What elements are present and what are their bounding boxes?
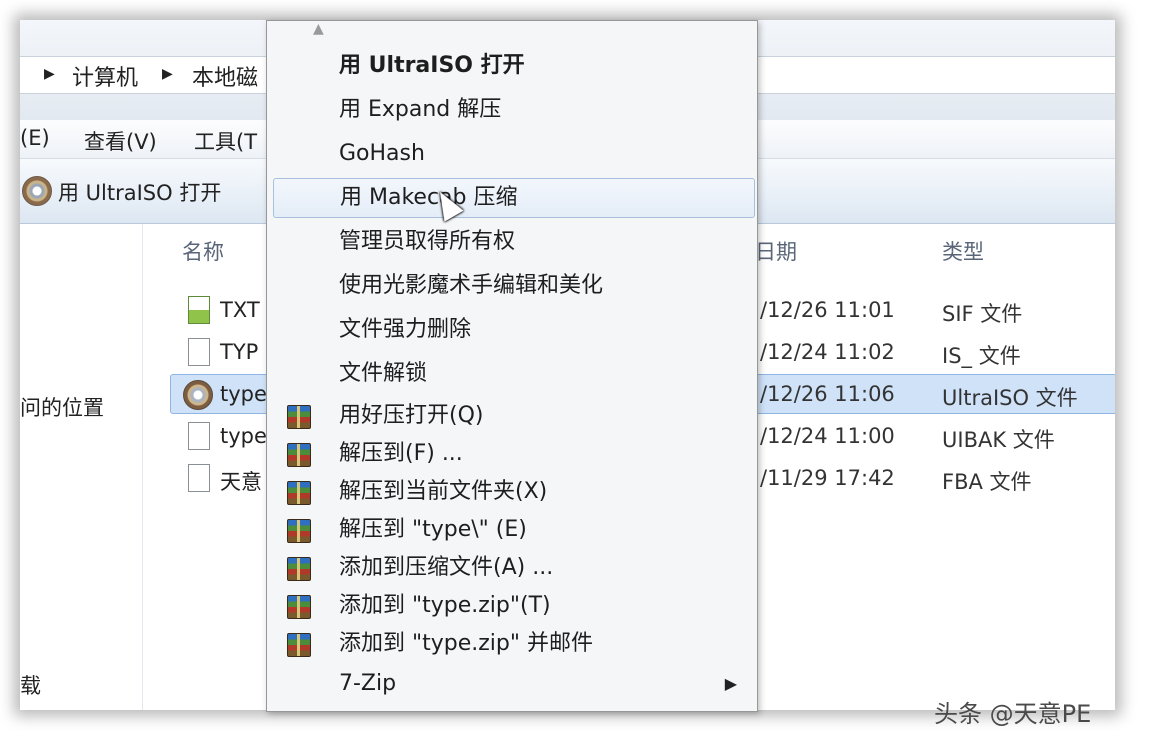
navigation-pane: 问的位置 载 [20, 224, 143, 710]
file-date: /11/29 17:42 [760, 466, 895, 490]
file-type: UltraISO 文件 [942, 386, 1078, 410]
file-name[interactable]: 天意 [220, 466, 262, 496]
file-name[interactable]: type [220, 424, 267, 448]
menu-item-label: 添加到 "type.zip" 并邮件 [339, 631, 593, 656]
file-date: /12/26 11:06 [760, 382, 895, 406]
file-type: UIBAK 文件 [942, 428, 1055, 452]
haozip-icon [287, 557, 311, 581]
menu-item-extract-here[interactable]: 解压到当前文件夹(X) [273, 473, 753, 511]
menu-tools[interactable]: 工具(T [194, 126, 257, 156]
file-date: /12/26 11:01 [760, 298, 895, 322]
menu-item-label: 用 Expand 解压 [339, 97, 502, 122]
file-date: /12/24 11:00 [760, 424, 895, 448]
breadcrumb-chevron-icon[interactable]: ▶ [162, 66, 173, 82]
sif-file-icon [188, 296, 210, 324]
haozip-icon [287, 633, 311, 657]
menu-item-open-with-ultraiso[interactable]: 用 UltraISO 打开 [273, 47, 753, 85]
menu-item-label: 解压到 "type\" (E) [339, 517, 527, 542]
file-type: SIF 文件 [942, 302, 1023, 326]
menu-item-gohash[interactable]: GoHash [273, 135, 753, 173]
menu-item-label: 文件解锁 [339, 361, 428, 386]
ultraiso-icon [183, 380, 213, 410]
breadcrumb-chevron-icon[interactable]: ▶ [44, 66, 55, 82]
submenu-arrow-icon: ▶ [724, 674, 737, 693]
menu-item-label: GoHash [339, 141, 425, 166]
menu-item-expand-extract[interactable]: 用 Expand 解压 [273, 91, 753, 129]
file-type: IS_ 文件 [942, 344, 1021, 368]
column-header-date[interactable]: 日期 [755, 236, 797, 266]
file-name[interactable]: type [220, 382, 267, 406]
haozip-icon [287, 519, 311, 543]
watermark: 头条 @天意PE [934, 700, 1092, 728]
menu-item-add-to-archive[interactable]: 添加到压缩文件(A) ... [273, 549, 753, 587]
file-icon [188, 338, 210, 366]
menu-item-label: 用 Makecab 压缩 [340, 185, 518, 210]
file-date: /12/24 11:02 [760, 340, 895, 364]
haozip-icon [287, 443, 311, 467]
file-icon [188, 422, 210, 450]
menu-item-7zip[interactable]: 7-Zip ▶ [273, 665, 753, 703]
menu-edit[interactable]: (E) [20, 126, 50, 150]
menu-view[interactable]: 查看(V) [84, 126, 157, 156]
menu-item-extract-to[interactable]: 解压到(F) ... [273, 435, 753, 473]
haozip-icon [287, 481, 311, 505]
menu-item-label: 文件强力删除 [339, 317, 472, 342]
menu-item-take-ownership[interactable]: 管理员取得所有权 [273, 223, 753, 261]
breadcrumb-local-disk[interactable]: 本地磁 [192, 60, 258, 92]
open-with-ultraiso-button[interactable]: 用 UltraISO 打开 [58, 177, 221, 207]
ultraiso-icon [22, 176, 52, 206]
menu-item-add-to-zip-and-email[interactable]: 添加到 "type.zip" 并邮件 [273, 625, 753, 663]
menu-item-open-with-haozip[interactable]: 用好压打开(Q) [273, 397, 753, 435]
menu-item-unlock-file[interactable]: 文件解锁 [273, 355, 753, 393]
menu-item-label: 7-Zip [339, 671, 397, 696]
menu-item-label: 用好压打开(Q) [339, 403, 484, 428]
menu-item-label: 使用光影魔术手编辑和美化 [339, 273, 604, 298]
menu-item-label: 解压到当前文件夹(X) [339, 479, 548, 504]
menu-item-add-to-zip[interactable]: 添加到 "type.zip"(T) [273, 587, 753, 625]
nav-item-recent-places[interactable]: 问的位置 [20, 392, 104, 422]
menu-item-label: 解压到(F) ... [339, 441, 463, 466]
menu-item-makecab-compress[interactable]: 用 Makecab 压缩 [273, 178, 755, 218]
menu-item-label: 用 UltraISO 打开 [339, 53, 525, 78]
haozip-icon [287, 405, 311, 429]
file-name[interactable]: TXT [220, 298, 260, 322]
menu-item-label: 添加到 "type.zip"(T) [339, 593, 551, 618]
menu-item-edit-with-nikon[interactable]: 使用光影魔术手编辑和美化 [273, 267, 753, 305]
scroll-up-arrow-icon[interactable]: ▲ [313, 21, 324, 37]
column-header-name[interactable]: 名称 [182, 236, 224, 266]
menu-item-label: 添加到压缩文件(A) ... [339, 555, 554, 580]
file-icon [188, 464, 210, 492]
menu-item-extract-to-folder[interactable]: 解压到 "type\" (E) [273, 511, 753, 549]
file-name[interactable]: TYP [220, 340, 258, 364]
context-menu: ▲ 用 UltraISO 打开 用 Expand 解压 GoHash 用 Mak… [266, 20, 758, 712]
haozip-icon [287, 595, 311, 619]
menu-item-force-delete[interactable]: 文件强力删除 [273, 311, 753, 349]
column-header-type[interactable]: 类型 [942, 236, 984, 266]
file-type: FBA 文件 [942, 470, 1032, 494]
nav-item-downloads[interactable]: 载 [20, 670, 41, 700]
menu-item-label: 管理员取得所有权 [339, 229, 516, 254]
breadcrumb-computer[interactable]: 计算机 [72, 60, 138, 92]
